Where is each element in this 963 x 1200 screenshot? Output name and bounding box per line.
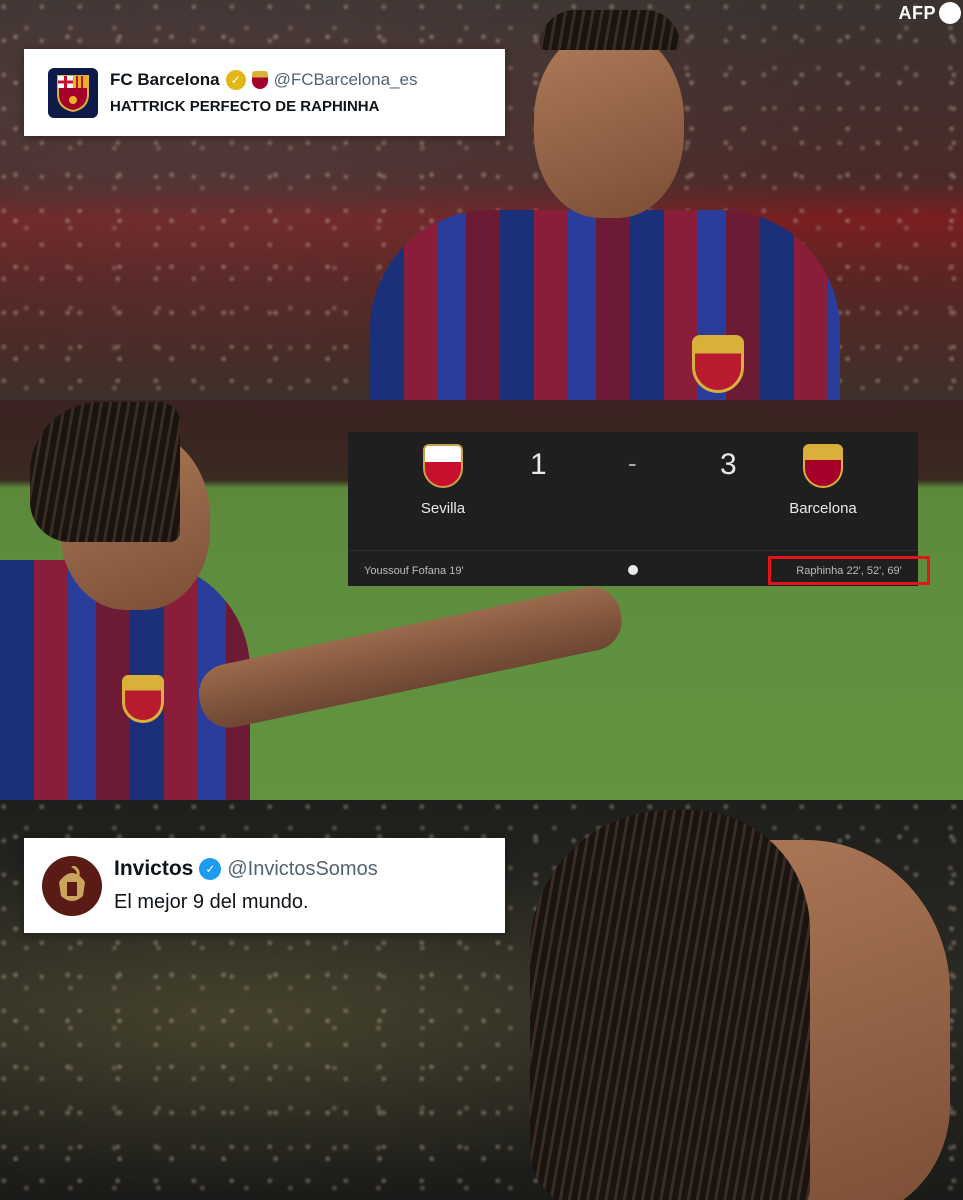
barcelona-crest-icon xyxy=(803,444,843,488)
player-jersey xyxy=(370,210,840,400)
player-hair xyxy=(30,402,180,542)
away-team: Barcelona xyxy=(768,444,878,517)
away-team-name: Barcelona xyxy=(789,500,857,517)
home-scorers: Youssouf Fofana 19' xyxy=(364,565,464,577)
away-scorers: Raphinha 22', 52', 69' xyxy=(796,564,902,577)
home-team-name: Sevilla xyxy=(420,500,466,517)
tweet-body: FC Barcelona ✓ @FCBarcelona_es HATTRICK … xyxy=(110,70,417,115)
afp-logo: AFP xyxy=(898,2,961,24)
home-score: 1 xyxy=(530,448,547,481)
tweet-body: Invictos ✓ @InvictosSomos El mejor 9 del… xyxy=(114,857,378,914)
sevilla-crest-icon xyxy=(423,444,463,488)
author-handle[interactable]: @FCBarcelona_es xyxy=(274,70,418,90)
highlight-box: Raphinha 22', 52', 69' xyxy=(768,556,930,585)
home-team: Sevilla xyxy=(388,444,498,517)
barcelona-crest-icon xyxy=(57,74,89,112)
divider xyxy=(348,550,918,551)
barcelona-crest-icon xyxy=(692,335,744,393)
tweet-text: HATTRICK PERFECTO DE RAPHINHA xyxy=(110,98,380,115)
player-hair xyxy=(530,810,810,1200)
tweet-header: Invictos ✓ @InvictosSomos xyxy=(114,857,378,881)
score-separator: - xyxy=(628,448,637,478)
tweet-text: El mejor 9 del mundo. xyxy=(114,891,309,913)
author-handle[interactable]: @InvictosSomos xyxy=(227,858,377,881)
barcelona-crest-icon xyxy=(251,71,268,89)
avatar[interactable] xyxy=(42,855,102,916)
warrior-helmet-icon xyxy=(59,865,85,901)
player-hair xyxy=(540,10,680,50)
afp-dot-icon xyxy=(939,2,961,24)
avatar[interactable] xyxy=(48,67,98,118)
author-name[interactable]: Invictos xyxy=(114,857,193,881)
soccer-ball-icon xyxy=(628,565,638,575)
author-name[interactable]: FC Barcelona xyxy=(110,70,220,90)
match-scoreboard: Sevilla 1 - 3 Barcelona Youssouf Fofana … xyxy=(348,432,930,586)
verified-badge-icon: ✓ xyxy=(199,858,222,880)
player-arm xyxy=(193,581,628,734)
tweet-header: FC Barcelona ✓ @FCBarcelona_es xyxy=(110,70,417,90)
tweet-card[interactable]: Invictos ✓ @InvictosSomos El mejor 9 del… xyxy=(24,838,505,933)
afp-wordmark: AFP xyxy=(898,2,936,23)
verified-badge-icon: ✓ xyxy=(225,70,246,90)
barcelona-crest-icon xyxy=(122,675,164,723)
away-score: 3 xyxy=(720,448,737,481)
player-head xyxy=(534,28,684,218)
tweet-card[interactable]: FC Barcelona ✓ @FCBarcelona_es HATTRICK … xyxy=(24,49,505,136)
